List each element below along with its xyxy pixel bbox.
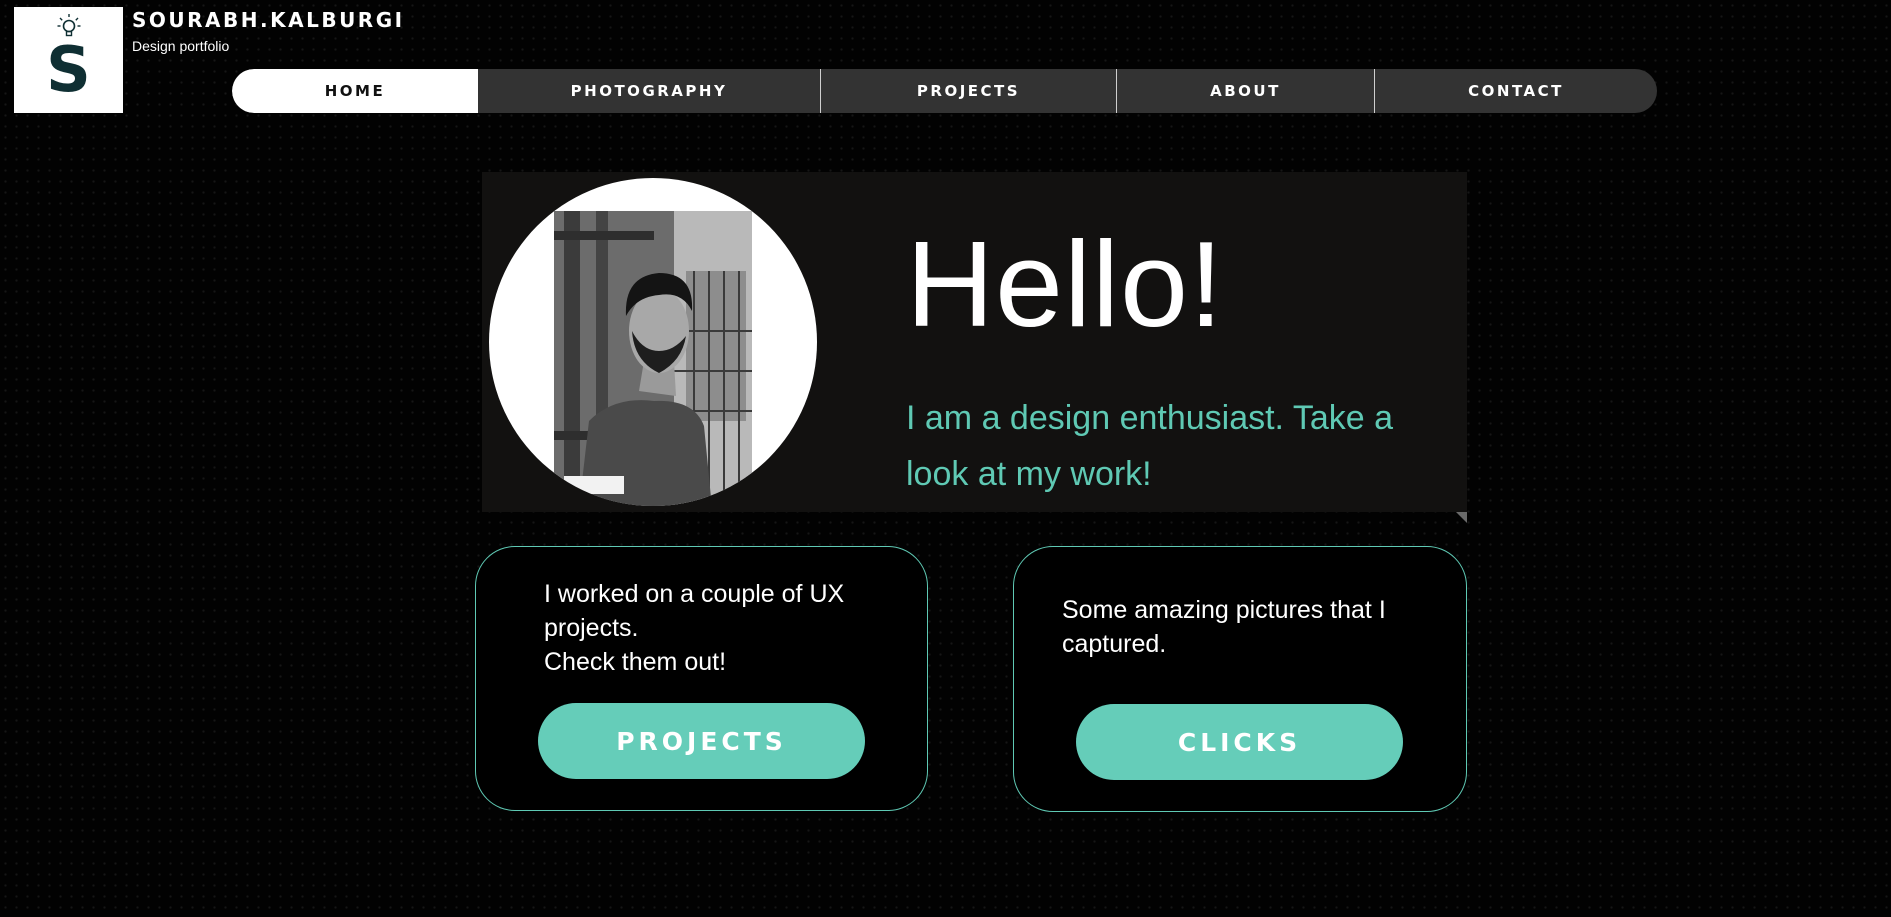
nav-photography[interactable]: PHOTOGRAPHY [478, 69, 820, 113]
site-title[interactable]: SOURABH.KALBURGI [132, 8, 405, 32]
profile-photo [489, 178, 817, 506]
clicks-card: Some amazing pictures that I captured. C… [1013, 546, 1467, 812]
main-nav: HOME PHOTOGRAPHY PROJECTS ABOUT CONTACT [232, 69, 1657, 113]
clicks-card-text: Some amazing pictures that I captured. [1062, 596, 1386, 658]
hero-tagline: I am a design enthusiast. Take a look at… [906, 399, 1394, 493]
clicks-button[interactable]: CLICKS [1076, 704, 1403, 780]
site-subtitle: Design portfolio [132, 38, 230, 54]
nav-projects[interactable]: PROJECTS [820, 69, 1116, 113]
projects-card-line2: Check them out! [544, 648, 727, 676]
nav-about[interactable]: ABOUT [1116, 69, 1374, 113]
projects-card-text: I worked on a couple of UX projects. Che… [544, 577, 904, 679]
nav-home[interactable]: HOME [232, 69, 478, 113]
logo-letter: S [46, 33, 91, 106]
hero-corner-decoration [1456, 512, 1467, 523]
projects-card-line1: I worked on a couple of UX projects. [544, 580, 845, 642]
projects-button[interactable]: PROJECTS [538, 703, 865, 779]
portrait-illustration [554, 211, 752, 506]
logo[interactable]: S [14, 7, 123, 113]
projects-card: I worked on a couple of UX projects. Che… [475, 546, 928, 811]
nav-contact[interactable]: CONTACT [1374, 69, 1657, 113]
hero-greeting: Hello! [906, 216, 1224, 352]
